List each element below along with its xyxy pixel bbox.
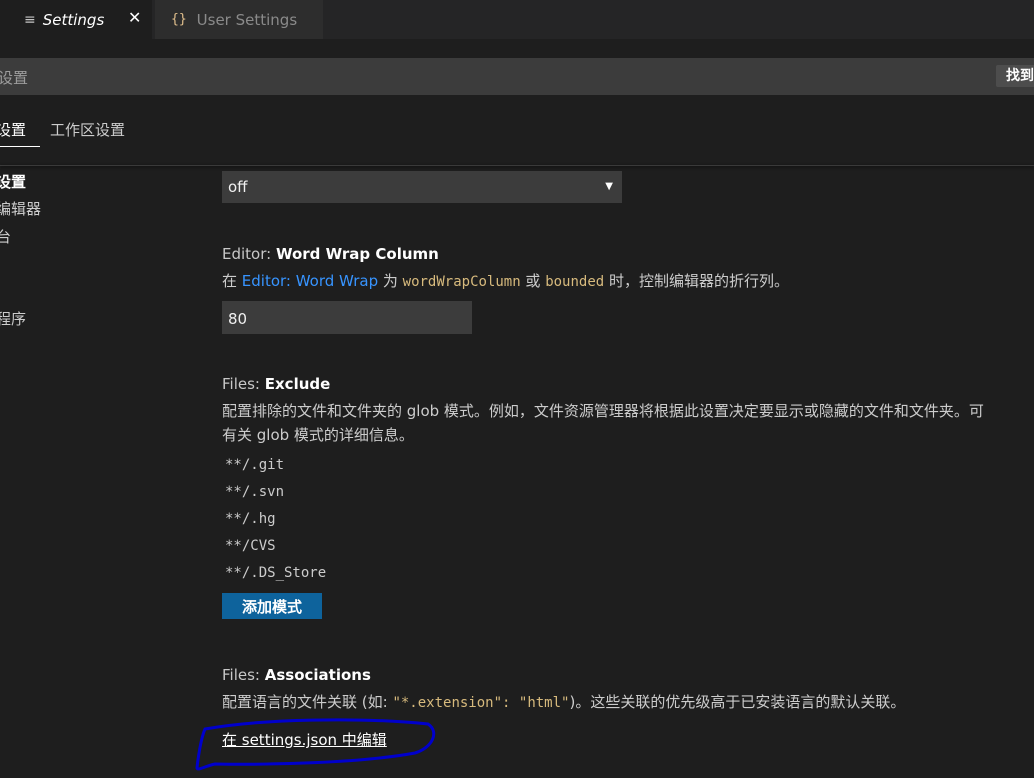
description-text: 配置语言的文件关联 (如:: [222, 693, 393, 711]
setting-key: Word Wrap Column: [275, 245, 439, 263]
description-text: 或: [520, 272, 546, 290]
toc-item-settings[interactable]: 设置: [0, 171, 26, 192]
header-divider: [0, 165, 1034, 166]
description-text: )。这些关联的优先级高于已安装语言的默认关联。: [569, 693, 906, 711]
tab-user-settings[interactable]: {} User Settings: [155, 0, 323, 39]
tab-workspace-scope[interactable]: 工作区设置: [50, 119, 125, 140]
tab-user-scope[interactable]: 设置: [0, 119, 26, 140]
setting-description-files-associations: 配置语言的文件关联 (如: "*.extension": "html")。这些关…: [222, 691, 905, 712]
toc-item-application[interactable]: 程序: [0, 308, 26, 329]
word-wrap-select[interactable]: off ▼: [222, 171, 622, 203]
tab-user-settings-label: User Settings: [196, 10, 298, 29]
code-text: bounded: [545, 274, 605, 290]
setting-key: Associations: [264, 666, 371, 684]
exclude-pattern-item[interactable]: **/.git: [225, 457, 284, 473]
settings-search-bar[interactable]: 设置 找到: [0, 58, 1034, 95]
dropdown-arrow-icon: ▼: [605, 181, 613, 192]
toc-item-workbench[interactable]: 台: [0, 226, 11, 247]
exclude-pattern-item[interactable]: **/CVS: [225, 538, 276, 554]
code-text: wordWrapColumn: [402, 274, 521, 290]
tab-settings-label: Settings: [42, 10, 105, 29]
word-wrap-column-input[interactable]: 80: [222, 301, 472, 334]
exclude-pattern-item[interactable]: **/.DS_Store: [225, 565, 326, 581]
active-tab-indicator: [0, 146, 40, 147]
add-pattern-button[interactable]: 添加模式: [222, 593, 322, 619]
find-button[interactable]: 找到: [996, 65, 1034, 87]
setting-category: Files:: [222, 375, 265, 393]
word-wrap-select-value: off: [228, 178, 248, 196]
toc-item-editor[interactable]: 编辑器: [0, 198, 41, 219]
setting-title-files-exclude: Files: Exclude: [222, 375, 330, 393]
setting-category: Files:: [222, 666, 265, 684]
tab-settings[interactable]: ≡ Settings ✕: [0, 0, 152, 39]
description-text: 时，控制编辑器的折行列。: [604, 272, 789, 290]
setting-description-files-exclude-2: 有关 glob 模式的详细信息。: [222, 426, 414, 444]
setting-key: Exclude: [264, 375, 331, 393]
exclude-pattern-item[interactable]: **/.svn: [225, 484, 284, 500]
setting-link[interactable]: Editor: Word Wrap: [242, 272, 378, 290]
code-text: "*.extension": "html": [392, 695, 570, 711]
description-text: 在: [222, 272, 242, 290]
setting-description-files-exclude: 配置排除的文件和文件夹的 glob 模式。例如，文件资源管理器将根据此设置决定要…: [222, 402, 984, 420]
setting-title-files-associations: Files: Associations: [222, 666, 371, 684]
hand-drawn-annotation: [195, 718, 436, 771]
close-icon[interactable]: ✕: [128, 8, 141, 27]
setting-title-word-wrap-column: Editor: Word Wrap Column: [222, 245, 439, 263]
braces-icon: {}: [171, 12, 187, 27]
setting-description-word-wrap-column: 在 Editor: Word Wrap 为 wordWrapColumn 或 b…: [222, 270, 789, 291]
search-input[interactable]: 设置: [0, 67, 28, 88]
list-icon: ≡: [24, 11, 36, 28]
editor-tab-bar: ≡ Settings ✕ {} User Settings: [0, 0, 1034, 39]
description-text: 为: [378, 272, 403, 290]
edit-in-settings-json-link[interactable]: 在 settings.json 中编辑: [222, 729, 387, 750]
exclude-pattern-item[interactable]: **/.hg: [225, 511, 276, 527]
setting-category: Editor:: [222, 245, 276, 263]
